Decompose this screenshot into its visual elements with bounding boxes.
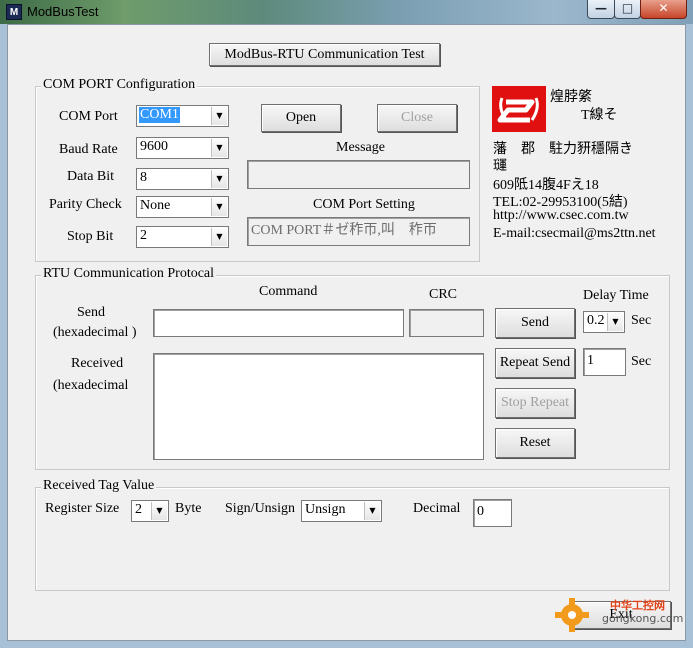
reset-button[interactable]: Reset: [495, 428, 575, 458]
received-tag-group-label: Received Tag Value: [41, 478, 157, 494]
title-button[interactable]: ModBus-RTU Communication Test: [209, 43, 440, 66]
watermark-text: 中华工控网: [610, 599, 665, 612]
data-bit-select[interactable]: 8 ▼: [136, 168, 229, 190]
delay-time-value: 0.2: [587, 313, 605, 328]
chevron-down-icon[interactable]: ▼: [211, 228, 227, 246]
csec-logo: [492, 86, 546, 132]
chevron-down-icon[interactable]: ▼: [211, 139, 227, 157]
company-email: E-mail:csecmail@ms2ttn.net: [493, 226, 656, 241]
gear-icon: [555, 598, 589, 632]
stop-bit-label: Stop Bit: [67, 229, 114, 244]
parity-check-value: None: [140, 198, 171, 213]
rtu-group-label: RTU Communication Protocal: [41, 266, 217, 282]
close-port-button[interactable]: Close: [377, 104, 457, 132]
decimal-label: Decimal: [413, 501, 461, 516]
chevron-down-icon[interactable]: ▼: [211, 107, 227, 125]
baud-rate-label: Baud Rate: [59, 142, 118, 157]
sign-unsign-label: Sign/Unsign: [225, 501, 296, 516]
send-label: Send: [77, 305, 105, 320]
chevron-down-icon[interactable]: ▼: [211, 170, 227, 188]
company-line3: 藩 郡 駐力豜穩隔き: [493, 142, 633, 157]
open-button[interactable]: Open: [261, 104, 341, 132]
register-size-label: Register Size: [45, 501, 120, 516]
decimal-input[interactable]: 0: [473, 499, 512, 527]
com-port-group-label: COM PORT Configuration: [41, 77, 198, 93]
received-hex-label: (hexadecimal: [53, 378, 129, 393]
received-output[interactable]: [153, 353, 484, 460]
com-port-label: COM Port: [59, 109, 118, 124]
modbus-app-icon: M: [6, 4, 22, 20]
baud-rate-value: 9600: [140, 139, 168, 154]
com-port-select[interactable]: COM1 ▼: [136, 105, 229, 127]
parity-check-label: Parity Check: [49, 197, 122, 212]
title-bar[interactable]: M ModBusTest — □ ✕: [0, 0, 693, 24]
com-port-value: COM1: [139, 107, 180, 123]
company-web: http://www.csec.com.tw: [493, 208, 629, 223]
delay-sec-label: Sec: [631, 313, 652, 328]
window-title: ModBusTest: [27, 4, 99, 19]
chevron-down-icon[interactable]: ▼: [364, 502, 380, 520]
command-input[interactable]: [153, 309, 404, 337]
chevron-down-icon[interactable]: ▼: [607, 313, 623, 331]
csec-logo-icon: [492, 86, 546, 132]
delay-time-label: Delay Time: [583, 288, 649, 303]
crc-field: [409, 309, 484, 337]
crc-label: CRC: [429, 287, 458, 302]
gongkong-watermark: 中华工控网 gongkong.com: [554, 595, 686, 635]
minimize-button[interactable]: —: [587, 0, 615, 19]
parity-check-select[interactable]: None ▼: [136, 196, 229, 218]
company-name-line2: T線そ: [581, 108, 618, 123]
sign-unsign-select[interactable]: Unsign ▼: [301, 500, 382, 522]
stop-repeat-button[interactable]: Stop Repeat: [495, 388, 575, 418]
com-port-setting-label: COM Port Setting: [313, 197, 415, 212]
delay-time-select[interactable]: 0.2 ▼: [583, 311, 625, 333]
maximize-button[interactable]: □: [614, 0, 641, 19]
register-size-select[interactable]: 2 ▼: [131, 500, 169, 522]
message-field: [247, 160, 470, 189]
watermark-url: gongkong.com: [602, 612, 684, 625]
baud-rate-select[interactable]: 9600 ▼: [136, 137, 229, 159]
byte-label: Byte: [175, 501, 202, 516]
data-bit-value: 8: [140, 170, 147, 185]
chevron-down-icon[interactable]: ▼: [211, 198, 227, 216]
repeat-send-button[interactable]: Repeat Send: [495, 348, 575, 378]
message-label: Message: [336, 140, 385, 155]
repeat-interval-input[interactable]: 1: [583, 348, 626, 376]
close-window-button[interactable]: ✕: [640, 0, 687, 19]
company-name-line1: 煌脖綮: [550, 90, 592, 105]
repeat-sec-label: Sec: [631, 354, 652, 369]
register-size-value: 2: [135, 502, 142, 517]
received-label: Received: [71, 356, 124, 371]
stop-bit-select[interactable]: 2 ▼: [136, 226, 229, 248]
sign-unsign-value: Unsign: [305, 502, 346, 517]
chevron-down-icon[interactable]: ▼: [151, 502, 167, 520]
stop-bit-value: 2: [140, 228, 147, 243]
com-port-setting-field: COM PORT＃ゼ秨帀,叫 秨帀: [247, 217, 470, 246]
company-line4: 璭: [493, 159, 507, 174]
command-label: Command: [259, 284, 318, 299]
send-button[interactable]: Send: [495, 308, 575, 338]
send-hex-label: (hexadecimal ): [53, 325, 137, 340]
data-bit-label: Data Bit: [67, 169, 115, 184]
